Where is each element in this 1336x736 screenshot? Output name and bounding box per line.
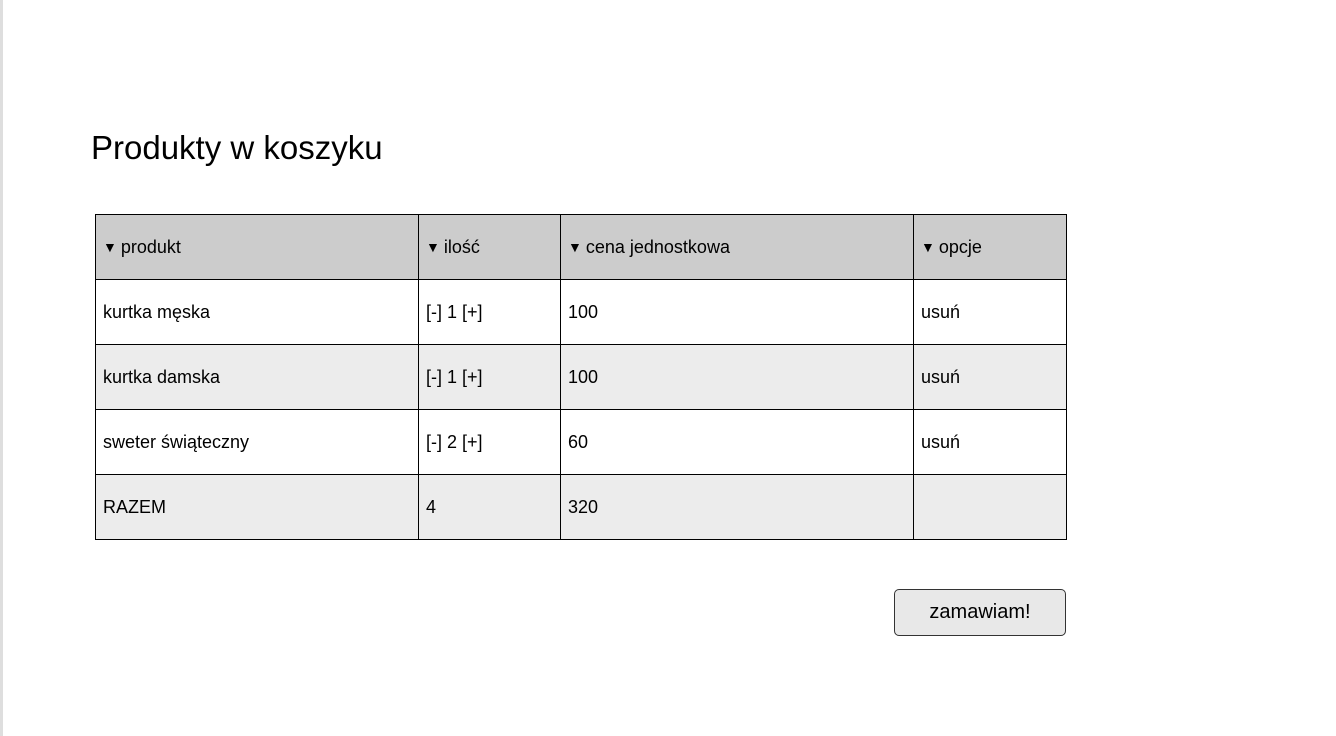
remove-item-link[interactable]: usuń xyxy=(921,432,960,452)
column-header-quantity[interactable]: ▼ ilość xyxy=(418,214,561,280)
sort-desc-icon: ▼ xyxy=(921,238,935,255)
increase-quantity-button[interactable]: [+] xyxy=(462,302,483,322)
quantity-stepper: [-] 2 [+] xyxy=(418,409,561,475)
increase-quantity-button[interactable]: [+] xyxy=(462,432,483,452)
quantity-value: 1 xyxy=(447,366,458,387)
sort-desc-icon: ▼ xyxy=(426,238,440,255)
options-cell: usuń xyxy=(913,409,1067,475)
decrease-quantity-button[interactable]: [-] xyxy=(426,432,442,452)
total-label: RAZEM xyxy=(95,474,419,540)
total-row: RAZEM 4 320 xyxy=(95,474,1067,540)
decrease-quantity-button[interactable]: [-] xyxy=(426,302,442,322)
decrease-quantity-button[interactable]: [-] xyxy=(426,367,442,387)
column-header-unit-price[interactable]: ▼ cena jednostkowa xyxy=(560,214,914,280)
unit-price: 100 xyxy=(560,344,914,410)
product-name: sweter świąteczny xyxy=(95,409,419,475)
quantity-value: 1 xyxy=(447,301,458,322)
unit-price: 100 xyxy=(560,279,914,345)
sort-desc-icon: ▼ xyxy=(103,238,117,255)
quantity-stepper: [-] 1 [+] xyxy=(418,279,561,345)
column-header-product[interactable]: ▼ produkt xyxy=(95,214,419,280)
place-order-button[interactable]: zamawiam! xyxy=(894,589,1066,636)
increase-quantity-button[interactable]: [+] xyxy=(462,367,483,387)
total-price: 320 xyxy=(560,474,914,540)
total-quantity: 4 xyxy=(418,474,561,540)
remove-item-link[interactable]: usuń xyxy=(921,302,960,322)
quantity-stepper: [-] 1 [+] xyxy=(418,344,561,410)
unit-price: 60 xyxy=(560,409,914,475)
page-title: Produkty w koszyku xyxy=(91,129,383,166)
sort-desc-icon: ▼ xyxy=(568,238,582,255)
options-cell: usuń xyxy=(913,344,1067,410)
table-row: kurtka damska [-] 1 [+] 100 usuń xyxy=(95,344,1067,410)
cart-page: Produkty w koszyku ▼ produkt ▼ ilość ▼ cena… xyxy=(0,0,1336,736)
remove-item-link[interactable]: usuń xyxy=(921,367,960,387)
product-name: kurtka męska xyxy=(95,279,419,345)
cart-table: ▼ produkt ▼ ilość ▼ cena jednostkowa ▼ opcje… xyxy=(95,214,1067,540)
options-cell: usuń xyxy=(913,279,1067,345)
quantity-value: 2 xyxy=(447,431,458,452)
column-header-options[interactable]: ▼ opcje xyxy=(913,214,1067,280)
total-options-empty xyxy=(913,474,1067,540)
left-divider xyxy=(0,0,3,736)
table-row: kurtka męska [-] 1 [+] 100 usuń xyxy=(95,279,1067,345)
table-row: sweter świąteczny [-] 2 [+] 60 usuń xyxy=(95,409,1067,475)
product-name: kurtka damska xyxy=(95,344,419,410)
table-header-row: ▼ produkt ▼ ilość ▼ cena jednostkowa ▼ opcje xyxy=(95,214,1067,280)
